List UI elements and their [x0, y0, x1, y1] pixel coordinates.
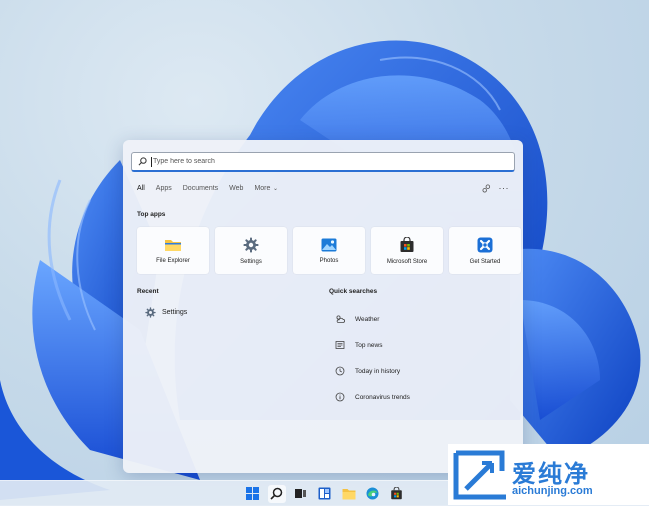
search-icon [270, 487, 283, 500]
start-icon [246, 487, 259, 500]
taskbar-file-explorer-button[interactable] [340, 485, 358, 503]
taskbar-edge-button[interactable] [364, 485, 382, 503]
aichunjing-logo [453, 450, 506, 500]
section-recent: Recent [137, 288, 159, 295]
photos-icon [321, 238, 337, 251]
search-box[interactable] [131, 152, 515, 172]
taskbar-search-button[interactable] [267, 484, 286, 503]
app-name: Microsoft Store [386, 258, 428, 265]
quick-search-top-news[interactable]: Top news [335, 332, 410, 358]
app-tile-settings[interactable]: Settings [215, 227, 287, 274]
quick-search-weather[interactable]: Weather [335, 306, 410, 332]
task-view-icon [295, 489, 306, 498]
taskbar-store-button[interactable] [388, 485, 406, 503]
tab-documents[interactable]: Documents [183, 185, 218, 192]
chevron-down-icon: ⌄ [271, 186, 279, 192]
store-icon [391, 487, 402, 500]
quick-search-today-in-history[interactable]: Today in history [335, 358, 410, 384]
quick-search-label: Top news [355, 341, 383, 349]
account-network-icon[interactable] [481, 183, 491, 193]
tab-all[interactable]: All [137, 185, 145, 192]
gear-icon [145, 307, 156, 318]
app-tile-microsoft-store[interactable]: Microsoft Store [371, 227, 443, 274]
store-bag-icon [400, 236, 414, 252]
tab-more[interactable]: More ⌄ [254, 185, 278, 192]
tab-web[interactable]: Web [229, 185, 243, 192]
recent-item-settings[interactable]: Settings [145, 307, 187, 318]
panel-options: ··· [481, 183, 510, 193]
weather-icon [336, 315, 345, 323]
quick-searches-list: Weather Top news Today in history Corona… [335, 306, 410, 410]
watermark-text: 爱纯净 [512, 461, 590, 488]
app-name: Settings [240, 258, 262, 265]
file-explorer-icon [342, 488, 355, 499]
quick-search-label: Weather [355, 315, 380, 323]
clock-icon [335, 366, 345, 376]
watermark: 爱纯净 aichunjing.com [448, 444, 649, 505]
filter-tabs: All Apps Documents Web More ⌄ [137, 185, 278, 192]
section-quick-searches: Quick searches [329, 288, 378, 295]
app-name: File Explorer [156, 257, 190, 264]
tab-more-label: More [254, 185, 271, 192]
info-icon [335, 392, 345, 402]
app-tile-photos[interactable]: Photos [293, 227, 365, 274]
taskbar-widgets-button[interactable] [316, 485, 334, 503]
app-name: Photos [319, 257, 339, 264]
more-options-icon[interactable]: ··· [499, 183, 510, 193]
taskbar-start-button[interactable] [244, 485, 262, 503]
search-input[interactable] [152, 154, 473, 169]
gear-icon [243, 237, 259, 252]
recent-item-label: Settings [162, 309, 188, 316]
app-tile-get-started[interactable]: Get Started [449, 227, 521, 274]
app-tile-file-explorer[interactable]: File Explorer [137, 227, 209, 274]
app-name: Get Started [469, 258, 501, 265]
edge-icon [366, 487, 379, 500]
search-panel: All Apps Documents Web More ⌄ ··· Top ap… [123, 140, 523, 473]
taskbar-task-view-button[interactable] [292, 485, 310, 503]
quick-search-label: Today in history [355, 367, 401, 375]
widgets-icon [318, 487, 331, 500]
get-started-icon [477, 237, 493, 252]
quick-search-coronavirus-trends[interactable]: Coronavirus trends [335, 384, 410, 410]
tab-apps[interactable]: Apps [156, 185, 172, 192]
quick-search-label: Coronavirus trends [355, 393, 410, 401]
top-apps-list: File Explorer Settings Photos Microsoft … [137, 227, 521, 274]
watermark-url: aichunjing.com [512, 485, 593, 497]
news-icon [335, 341, 345, 349]
section-top-apps: Top apps [137, 211, 166, 218]
folder-icon [165, 239, 181, 251]
search-icon [138, 157, 147, 166]
